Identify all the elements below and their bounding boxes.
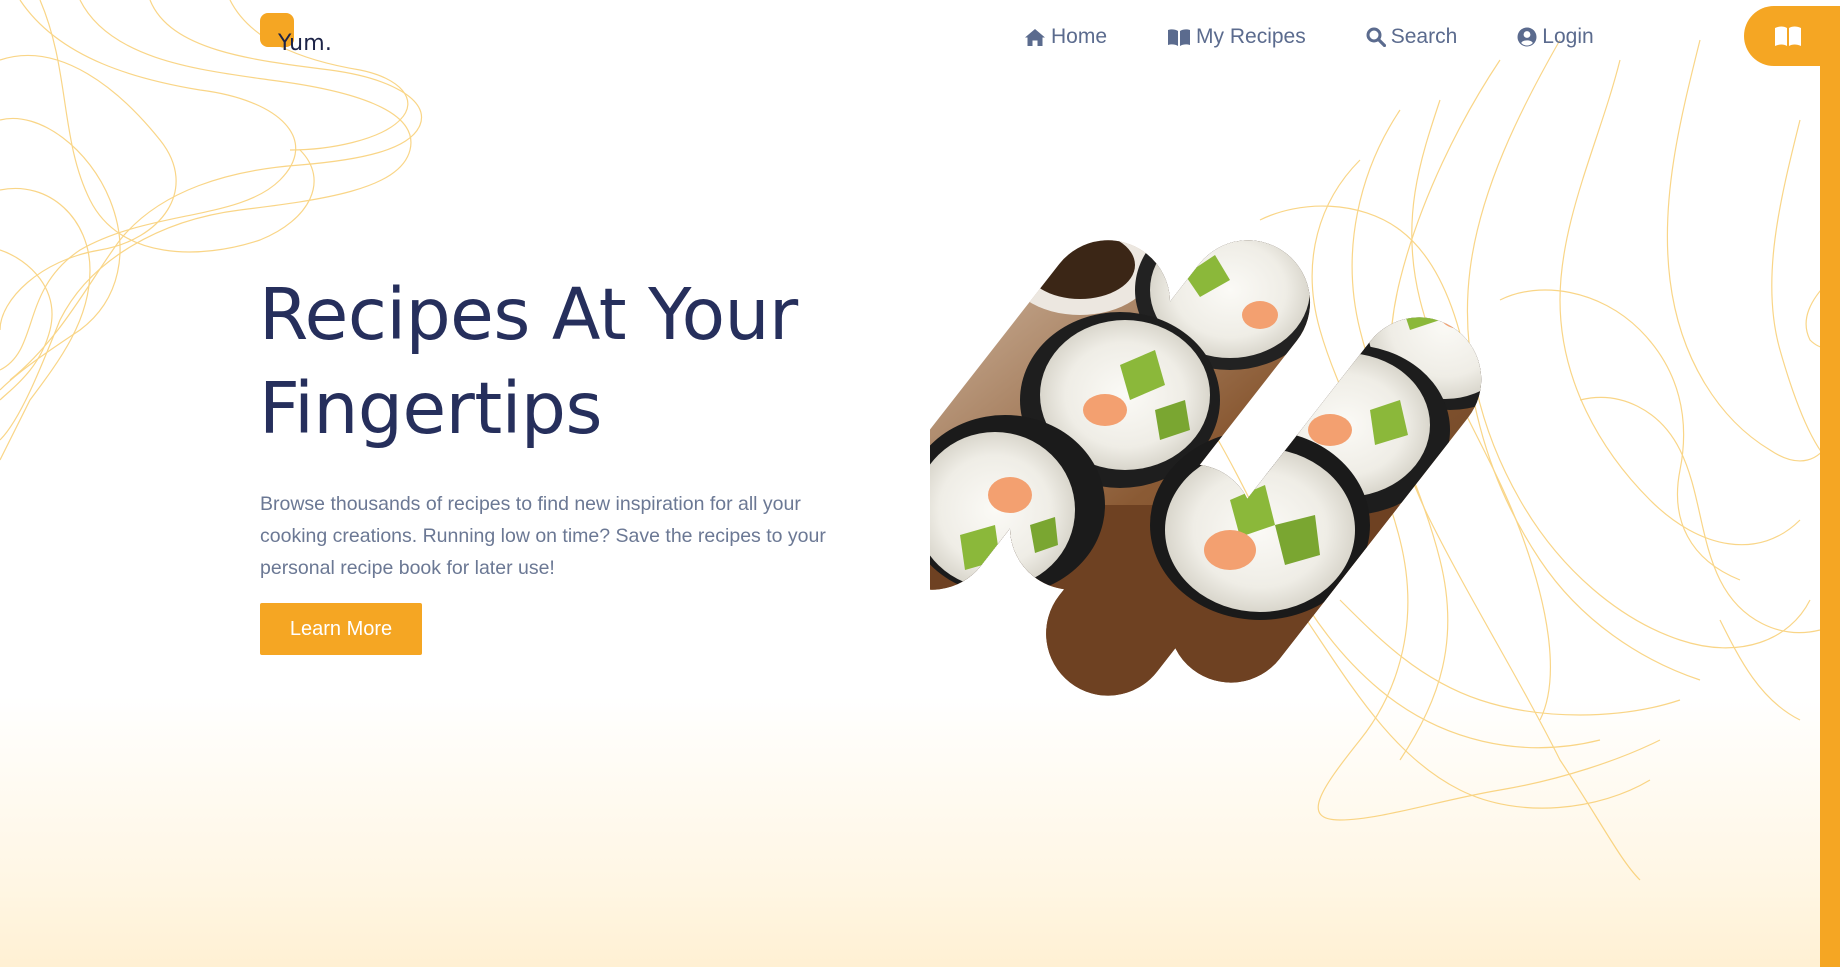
user-circle-icon xyxy=(1517,27,1537,47)
nav-item-label: Login xyxy=(1542,25,1594,48)
nav-item-login[interactable]: Login xyxy=(1517,25,1594,49)
home-icon xyxy=(1025,28,1045,46)
nav-item-search[interactable]: Search xyxy=(1366,25,1458,49)
hero-sushi-image xyxy=(930,215,1507,715)
hero-title: Recipes At Your Fingertips xyxy=(259,268,899,456)
nav-item-my-recipes[interactable]: My Recipes xyxy=(1167,25,1306,49)
learn-more-button[interactable]: Learn More xyxy=(260,603,422,655)
main-nav: Home My Recipes Search Login xyxy=(1024,22,1594,52)
search-icon xyxy=(1366,27,1386,47)
nav-item-label: Home xyxy=(1051,25,1108,48)
book-icon xyxy=(1168,28,1191,46)
nav-item-label: Search xyxy=(1390,25,1458,48)
accent-side-strip xyxy=(1820,60,1840,967)
brand-logo[interactable]: Yum. xyxy=(260,13,350,63)
nav-item-home[interactable]: Home xyxy=(1024,25,1107,49)
page: Yum. Home My Recipes Search Login Recipe… xyxy=(0,0,1840,967)
hero-title-line-2: Fingertips xyxy=(259,367,602,450)
hero-description: Browse thousands of recipes to find new … xyxy=(260,493,826,579)
book-open-icon xyxy=(1775,26,1801,46)
logo-text: Yum. xyxy=(278,31,333,56)
hero-title-line-1: Recipes At Your xyxy=(259,273,798,356)
recipe-book-tab[interactable] xyxy=(1744,6,1840,66)
nav-item-label: My Recipes xyxy=(1196,25,1306,48)
